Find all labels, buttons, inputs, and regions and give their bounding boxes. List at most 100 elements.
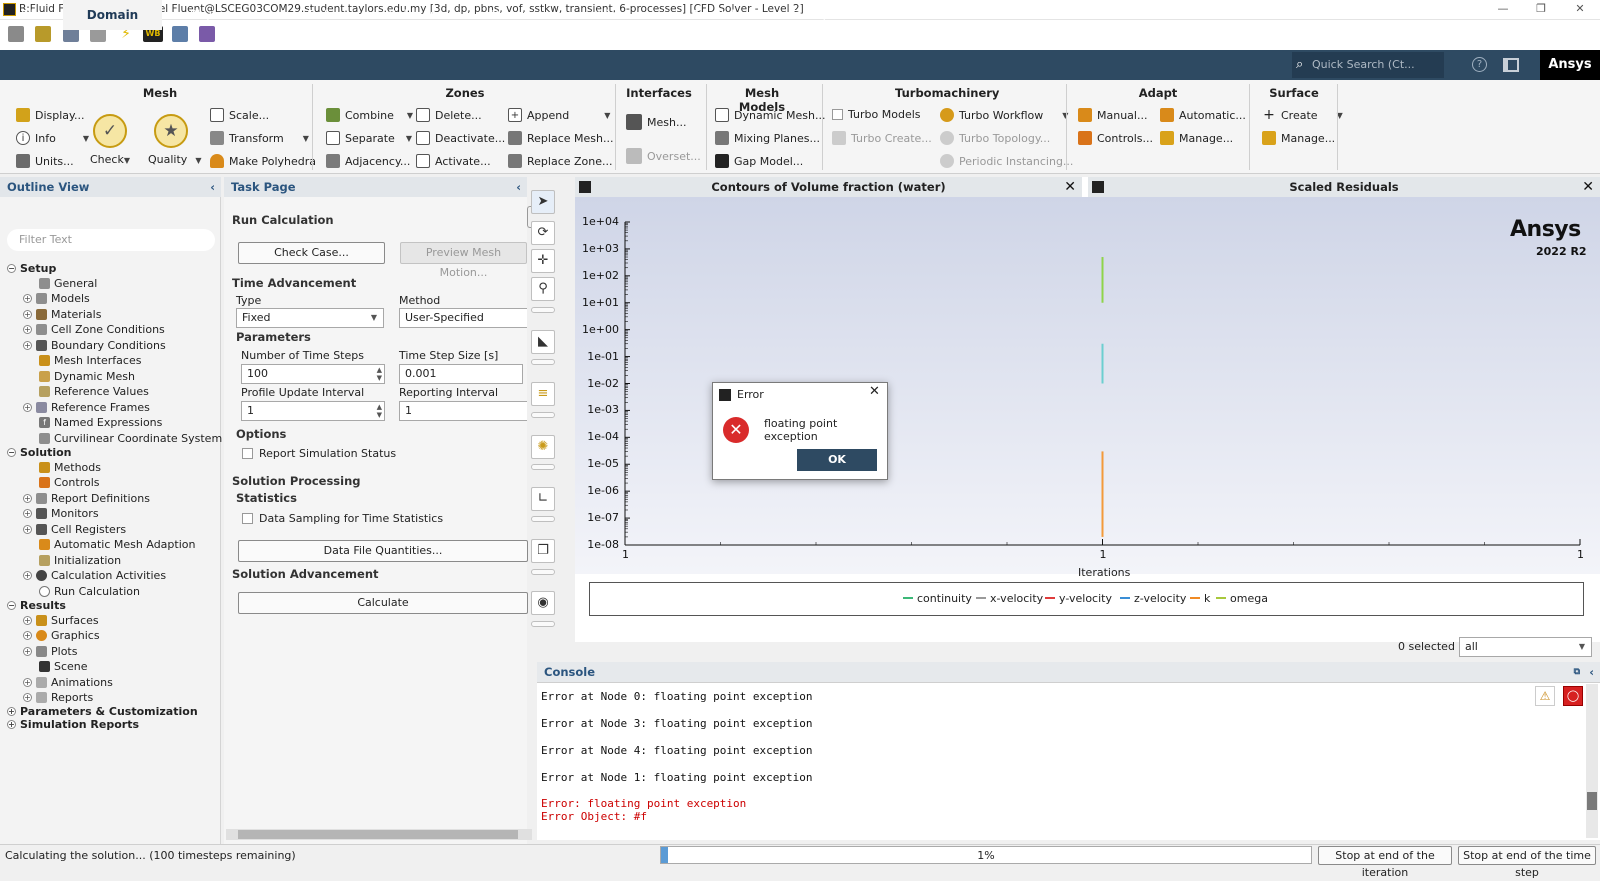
tree-surfaces[interactable]: + Surfaces [23,614,99,627]
undock-icon[interactable]: ⧉ [1574,662,1580,682]
toolbar-slider[interactable] [531,569,555,575]
tree-plots[interactable]: + Plots [23,645,77,658]
copy-icon[interactable]: ❐ [531,539,555,563]
toolbar-slider[interactable] [531,516,555,522]
tree-curvilinear[interactable]: Curvilinear Coordinate System [39,432,222,445]
replace-mesh-button[interactable]: Replace Mesh... [508,131,613,145]
dialog-ok-button[interactable]: OK [797,449,877,471]
mesh-display-icon[interactable]: ✺ [531,435,555,459]
profile-update-interval-input[interactable]: 1 ▲ ▼ [241,401,385,421]
tree-methods[interactable]: Methods [39,461,101,474]
expand-icon[interactable]: + [7,707,16,716]
tree-monitors[interactable]: + Monitors [23,507,99,520]
interface-mesh-button[interactable]: Mesh... [626,114,686,130]
mesh-scale-button[interactable]: Scale... [210,108,269,122]
expand-icon[interactable]: + [7,720,16,729]
tree-cell-registers[interactable]: + Cell Registers [23,523,126,536]
append-button[interactable]: + Append ▼ [508,108,610,122]
tree-parameters[interactable]: + Parameters & Customization [7,705,198,718]
deactivate-button[interactable]: Deactivate... [416,131,505,145]
turbo-create-button[interactable]: Turbo Create... [832,131,932,145]
expand-icon[interactable]: + [23,693,32,702]
turbo-workflow-button[interactable]: Turbo Workflow▼ [940,108,1068,122]
tree-animations[interactable]: + Animations [23,676,113,689]
expand-icon[interactable]: + [23,294,32,303]
tree-graphics[interactable]: + Graphics [23,629,100,642]
expand-icon[interactable]: + [23,325,32,334]
selection-filter-select[interactable]: all ▼ [1459,637,1592,657]
tree-mesh-interfaces[interactable]: Mesh Interfaces [39,354,141,367]
expand-icon[interactable]: + [23,525,32,534]
menu-file[interactable]: File [0,0,62,30]
close-icon[interactable]: ✕ [1064,177,1076,197]
minimize-button[interactable]: — [1483,0,1523,20]
tree-reference-values[interactable]: Reference Values [39,385,149,398]
collapse-icon[interactable]: − [7,264,16,273]
num-time-steps-input[interactable]: 100 ▲ ▼ [241,364,385,384]
tree-models[interactable]: + Models [23,292,90,305]
toolbar-slider[interactable] [531,412,555,418]
tab-domain[interactable]: Domain [63,0,162,30]
expand-icon[interactable]: + [23,310,32,319]
surface-tool-icon[interactable]: ≡ [531,382,555,406]
collapse-panel-icon[interactable]: ‹ [210,177,215,197]
collapse-icon[interactable]: − [7,601,16,610]
adapt-manual-button[interactable]: Manual... [1078,108,1147,122]
expand-icon[interactable]: + [23,631,32,640]
replace-zone-button[interactable]: Replace Zone... [508,154,613,168]
adapt-automatic-button[interactable]: Automatic... [1160,108,1246,122]
tree-report-definitions[interactable]: + Report Definitions [23,492,150,505]
expand-icon[interactable]: + [23,571,32,580]
dynamic-mesh-button[interactable]: Dynamic Mesh... [715,108,825,122]
data-sampling-checkbox[interactable]: Data Sampling for Time Statistics [242,512,443,525]
expand-icon[interactable]: + [23,403,32,412]
tree-auto-mesh-adaption[interactable]: Automatic Mesh Adaption [39,538,195,551]
console-scrollbar[interactable] [1586,684,1598,838]
preview-mesh-motion-button[interactable]: Preview Mesh Motion... [400,242,527,279]
mesh-check-button[interactable]: ✓ Check▼ [90,114,130,166]
filter-text-input[interactable]: Filter Text [7,229,215,251]
delete-zone-button[interactable]: Delete... [416,108,482,122]
expand-icon[interactable]: + [23,509,32,518]
collapse-icon[interactable]: − [7,448,16,457]
combine-button[interactable]: Combine ▼ [326,108,413,122]
quick-search-input[interactable]: ⌕ Quick Search (Ct... [1292,52,1444,78]
panel-layout-icon[interactable] [1503,58,1519,72]
tab-results[interactable]: Results [478,0,548,30]
collapse-panel-icon[interactable]: ‹ [516,177,521,197]
tree-reference-frames[interactable]: + Reference Frames [23,401,150,414]
axes-icon[interactable]: ∟ [531,487,555,511]
toolbar-slider[interactable] [531,307,555,313]
report-simulation-status-checkbox[interactable]: Report Simulation Status [242,447,396,460]
tab-view[interactable]: View [582,0,642,30]
separate-button[interactable]: Separate ▼ [326,131,412,145]
tree-dynamic-mesh[interactable]: Dynamic Mesh [39,370,135,383]
tree-setup[interactable]: − Setup [7,262,56,275]
tab-physics[interactable]: Physics [172,0,252,30]
dialog-close-icon[interactable]: ✕ [869,384,880,399]
mesh-quality-button[interactable]: ★ Quality ▼ [148,114,201,166]
adapt-manage-button[interactable]: Manage... [1160,131,1233,145]
task-scrollbar[interactable] [226,829,532,840]
type-select[interactable]: Fixed ▼ [236,308,384,328]
tree-run-calculation[interactable]: Run Calculation [39,585,140,598]
calculate-button[interactable]: Calculate [238,592,528,614]
activate-button[interactable]: Activate... [416,154,491,168]
stepper-icon[interactable]: ▲ ▼ [377,403,382,419]
expand-icon[interactable]: + [23,678,32,687]
tab-parallel[interactable]: Parallel [680,0,746,30]
method-select[interactable]: User-Specified [399,308,527,328]
pan-tool-icon[interactable]: ✛ [531,249,555,273]
tree-controls[interactable]: Controls [39,476,100,489]
surface-manage-button[interactable]: Manage... [1262,131,1335,145]
tree-cell-zone[interactable]: + Cell Zone Conditions [23,323,165,336]
tree-materials[interactable]: + Materials [23,308,101,321]
periodic-instancing-button[interactable]: Periodic Instancing... [940,154,1073,168]
tab-user-defined[interactable]: User-Defined [270,0,360,30]
collapse-panel-icon[interactable]: ‹ [1589,662,1594,682]
expand-icon[interactable]: + [23,616,32,625]
tree-named-expressions[interactable]: f Named Expressions [39,416,162,429]
gap-model-button[interactable]: Gap Model... [715,154,803,168]
mesh-units-button[interactable]: Units... [16,154,74,168]
help-icon[interactable]: ? [1472,57,1487,72]
